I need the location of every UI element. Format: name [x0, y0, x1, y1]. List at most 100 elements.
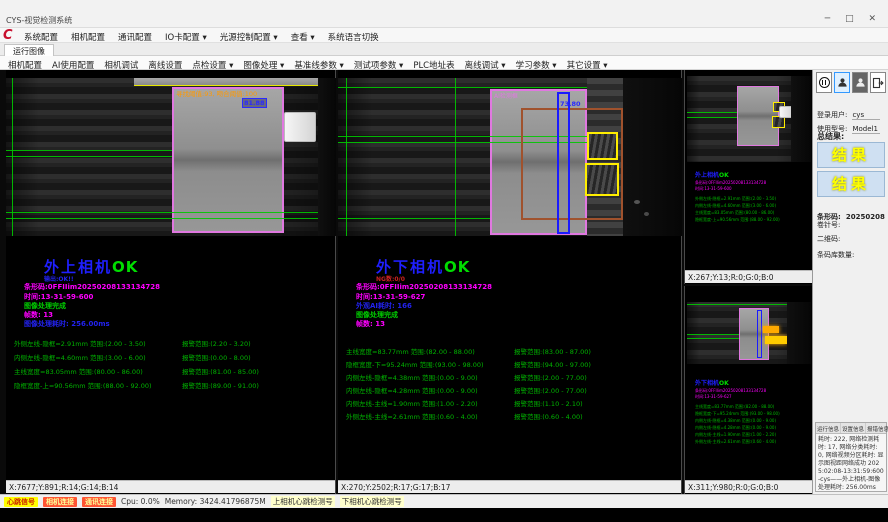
defect-glow [763, 326, 779, 333]
menu-view[interactable]: 查看 ▾ [291, 31, 315, 43]
green-vertical-line [455, 78, 456, 236]
alarm-range: 报警范围:(1.10 - 2.10) [514, 398, 583, 408]
exit-icon [872, 77, 884, 89]
measure-value: 隐框宽度-上=90.56mm 范围:(88.00 - 92.00) [14, 382, 152, 390]
result-ok: OK [444, 258, 470, 276]
frames-line: 帧数: 13 [356, 319, 385, 329]
green-measure-line [6, 218, 336, 219]
exit-button[interactable] [870, 72, 886, 93]
window-title: CYS-视觉检测系统 [6, 15, 72, 26]
user-icon [837, 77, 848, 88]
user-settings-button[interactable] [852, 72, 868, 93]
measure-tag: 81.88 [242, 98, 267, 108]
menu-camera-config[interactable]: 相机配置 [71, 31, 105, 43]
mini-row: 隐框宽度-上=90.56mm 范围:(88.00 - 92.00) [695, 217, 780, 223]
camera-name: 外下相机 [695, 380, 719, 387]
tab-run-image[interactable]: 运行图像 [4, 44, 54, 56]
brand-logo-icon: C [3, 29, 19, 42]
barcode-line: 条形码:0FFIIim20250208133134728 [24, 282, 160, 292]
yellow-guide-line [134, 85, 336, 86]
comm-connect-badge: 通讯连接 [82, 497, 116, 507]
image-detail-dot [644, 212, 649, 216]
title-bar: CYS-视觉检测系统 ─ □ ✕ [0, 0, 888, 28]
alarm-range: 报警范围:(2.00 - 77.00) [514, 385, 587, 395]
measure-row: 外侧左线-隐框=2.91mm 范围:(2.00 - 3.50) 报警范围:(2.… [14, 338, 334, 348]
barcode-line: 条形码:0FFIIim20250208133134728 [356, 282, 492, 292]
barcode-count-label: 条码库数量: [817, 250, 854, 260]
tab-settings-info[interactable]: 设置信息 [841, 423, 866, 433]
camera-name: 外上相机 [695, 172, 719, 179]
measure-row: 隐框宽度-下=95.24mm 范围:(93.00 - 98.00) 报警范围:(… [346, 359, 682, 369]
thumbnail-image [687, 76, 811, 162]
green-measure-line [6, 212, 336, 213]
info-tabs: 运行信息 设置信息 报错信息 [816, 423, 886, 434]
upper-camera-thumbnail[interactable]: 外上相机OK 条形码:0FFIIim20250208133134728 时间:1… [684, 70, 812, 284]
alarm-range: 报警范围:(81.00 - 85.00) [182, 366, 259, 376]
image-dark-zone [318, 78, 336, 236]
total-result-label: 总结果: [817, 131, 844, 142]
maximize-button[interactable]: □ [845, 14, 860, 24]
lower-camera-thumbnail[interactable]: 外下相机OK 条形码:0FFIIim20250208133134728 时间:1… [684, 286, 812, 494]
minimize-button[interactable]: ─ [825, 14, 836, 24]
close-button[interactable]: ✕ [868, 14, 882, 24]
lower-camera-image[interactable]: AI检测框 73.80 [338, 78, 682, 236]
green-vertical-line [346, 78, 347, 236]
user-button[interactable] [834, 72, 850, 93]
right-sidebar: 登录用户: cys 使用型号: Model1 总结果: 结果 结果 条形码: 2… [812, 70, 888, 494]
upper-camera-image[interactable]: 寻找阈值:93, 吻合阈值:100 81.88 [6, 78, 336, 236]
alarm-range: 报警范围:(2.00 - 77.00) [514, 372, 587, 382]
status-bar: 心跳信号 相机连接 通讯连接 Cpu: 0.0% Memory: 3424.41… [0, 494, 888, 508]
mini-row: 外侧左线-隐框=2.91mm 范围:(2.00 - 3.50) [695, 196, 776, 202]
user-settings-icon [855, 77, 866, 88]
alarm-range: 报警范围:(94.00 - 97.00) [514, 359, 591, 369]
run-info-box: 运行信息 设置信息 报错信息 耗时: 222, 网络检测耗时: 17, 网络分类… [815, 422, 887, 492]
lower-camera-panel: AI检测框 73.80 外下相机OK NG数:0/0 条形码:0FFIIim20… [338, 70, 682, 494]
app-window: CYS-视觉检测系统 ─ □ ✕ C 系统配置 相机配置 通讯配置 IO卡配置 … [0, 0, 888, 522]
pause-icon [819, 77, 830, 88]
tab-strip [0, 43, 888, 56]
camera-connect-badge: 相机连接 [43, 497, 77, 507]
result-display-2: 结果 [817, 171, 885, 197]
memory-usage: Memory: 3424.41796875M [165, 497, 266, 506]
mini-row: 外侧左线-主线=2.61mm 范围:(0.60 - 4.00) [695, 439, 776, 445]
tab-run-info[interactable]: 运行信息 [816, 423, 841, 433]
measure-value: 内侧左线-隐框=4.28mm 范围:(0.00 - 9.00) [346, 387, 478, 395]
mini-row: 内侧左线-主线=1.90mm 范围:(1.00 - 2.20) [695, 432, 776, 438]
mini-row: 内侧左线-隐框=4.28mm 范围:(0.00 - 9.00) [695, 425, 776, 431]
measure-row: 内侧左线-隐框=4.28mm 范围:(0.00 - 9.00) 报警范围:(2.… [346, 385, 682, 395]
tab-error-info[interactable]: 报错信息 [866, 423, 888, 433]
measure-row: 外侧左线-主线=2.61mm 范围:(0.60 - 4.00) 报警范围:(0.… [346, 411, 682, 421]
width-measure-box [557, 92, 570, 234]
menu-comm-config[interactable]: 通讯配置 [118, 31, 152, 43]
pixel-coords-readout: X:7677;Y:891;R:14;G:14;B:14 [6, 480, 335, 493]
pause-button[interactable] [816, 72, 832, 93]
mini-row: 主线宽度=83.05mm 范围:(80.00 - 86.00) [695, 210, 774, 216]
model-value[interactable]: Model1 [852, 125, 880, 134]
menu-light-config[interactable]: 光源控制配置 ▾ [220, 31, 278, 43]
menu-io-config[interactable]: IO卡配置 ▾ [165, 31, 207, 43]
upper-camera-heartbeat: 上相机心跳检测号 [271, 496, 335, 507]
measure-value: 内侧左线-主线=1.90mm 范围:(1.00 - 2.20) [346, 400, 478, 408]
threshold-overlay-label: 寻找阈值:93, 吻合阈值:100 [176, 88, 257, 98]
mini-row: 主线宽度=83.77mm 范围:(82.00 - 88.00) [695, 404, 774, 410]
connector-part [284, 112, 316, 142]
measure-row: 主线宽度=83.05mm 范围:(80.00 - 86.00) 报警范围:(81… [14, 366, 334, 376]
heartbeat-badge: 心跳信号 [4, 497, 38, 507]
alarm-range: 报警范围:(89.00 - 91.00) [182, 380, 259, 390]
ai-detect-box [739, 308, 769, 360]
pixel-coords-readout: X:270;Y:2502;R:17;G:17;B:17 [338, 480, 681, 493]
image-dark-zone [787, 302, 811, 364]
alarm-range: 报警范围:(0.60 - 4.00) [514, 411, 583, 421]
menu-system-config[interactable]: 系统配置 [24, 31, 58, 43]
pixel-coords-readout: X:311;Y:980;R:0;G:0;B:0 [685, 480, 812, 493]
mini-time: 时间:13-31-59-627 [695, 394, 732, 400]
measure-row: 内侧左线-隐框=4.60mm 范围:(3.00 - 6.00) 报警范围:(0.… [14, 352, 334, 362]
run-info-text: 耗时: 222, 网络检测耗时: 17, 网络分类耗时: 0, 网络视频分区耗时… [816, 434, 886, 494]
green-measure-line [6, 156, 172, 157]
upper-camera-panel: 寻找阈值:93, 吻合阈值:100 81.88 外上相机OK 输出:OK!! 条… [6, 70, 336, 494]
measure-value: 主线宽度=83.05mm 范围:(80.00 - 86.00) [14, 368, 143, 376]
alarm-range: 报警范围:(0.00 - 8.00) [182, 352, 251, 362]
menu-language-switch[interactable]: 系统语言切换 [328, 31, 379, 43]
measure-value: 内侧左线-隐框=4.38mm 范围:(0.00 - 9.00) [346, 374, 478, 382]
mini-result-title: 外上相机OK [695, 170, 729, 179]
